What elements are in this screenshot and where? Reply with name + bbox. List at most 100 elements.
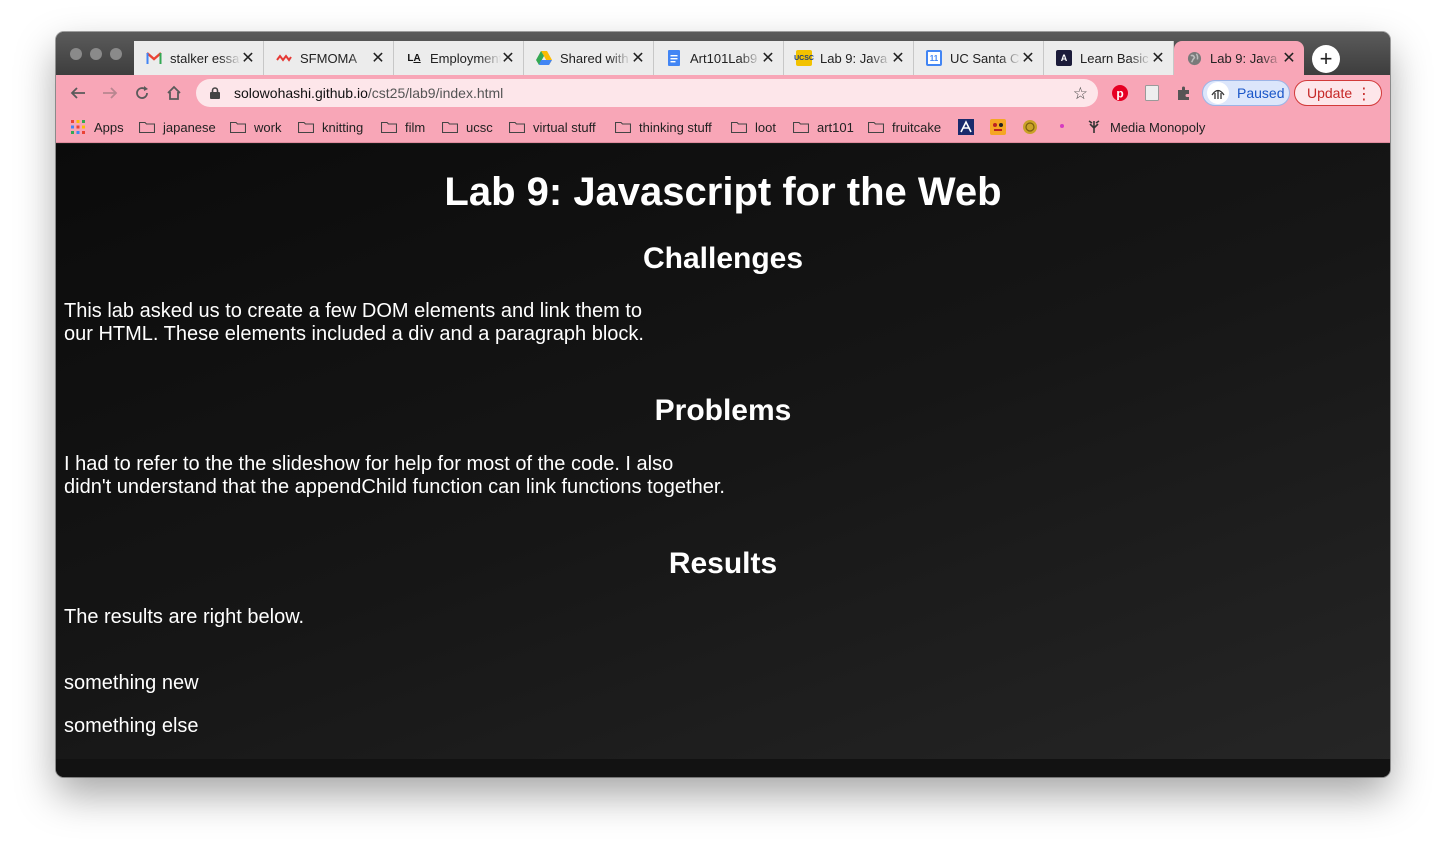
bookmark-folder-knitting[interactable]: knitting bbox=[298, 119, 363, 135]
bookmark-folder-japanese[interactable]: japanese bbox=[139, 119, 216, 135]
tab-title: SFMOMA bbox=[300, 50, 358, 66]
tab-shared-with-me[interactable]: Shared with me ✕ bbox=[524, 41, 654, 75]
document-extension-icon[interactable] bbox=[1142, 83, 1162, 103]
tab-lab9-active[interactable]: Lab 9: Java ✕ bbox=[1174, 41, 1304, 75]
tab-title: Learn Basic bbox=[1080, 50, 1149, 66]
bookmark-label: knitting bbox=[322, 119, 364, 135]
back-button[interactable] bbox=[68, 83, 88, 103]
tab-art101lab9[interactable]: Art101Lab9 ✕ bbox=[654, 41, 784, 75]
url-host: solowohashi.github.io bbox=[234, 85, 368, 101]
update-button[interactable]: Update ⋮ bbox=[1294, 80, 1382, 106]
bookmark-sparkle-icon[interactable] bbox=[1054, 119, 1070, 135]
bookmark-coin-icon[interactable] bbox=[1022, 119, 1038, 135]
tab-title: Art101Lab9 bbox=[690, 50, 758, 66]
profile-label: Paused bbox=[1237, 85, 1285, 101]
google-drive-icon bbox=[536, 50, 552, 66]
close-icon[interactable]: ✕ bbox=[1282, 48, 1296, 68]
bookmarks-bar: Apps japanese work knitting film ucsc vi… bbox=[56, 111, 1390, 143]
challenges-line-2: our HTML. These elements included a div … bbox=[64, 323, 644, 345]
results-paragraph: The results are right below. bbox=[64, 606, 305, 628]
tab-sfmoma[interactable]: SFMOMA ✕ bbox=[264, 41, 394, 75]
bookmark-label: thinking stuff bbox=[639, 119, 712, 135]
tab-title: Lab 9: Java bbox=[1210, 50, 1278, 66]
bookmark-label: Apps bbox=[94, 119, 124, 135]
folder-icon bbox=[793, 121, 809, 133]
tab-uc-santa-cruz[interactable]: 11 UC Santa Cruz ✕ bbox=[914, 41, 1044, 75]
bookmark-folder-thinking-stuff[interactable]: thinking stuff bbox=[615, 119, 712, 135]
media-monopoly-icon bbox=[1086, 119, 1102, 135]
tab-title: UC Santa Cruz bbox=[950, 50, 1021, 66]
tab-lab9-ucsc[interactable]: UCSC Lab 9: Java ✕ bbox=[784, 41, 914, 75]
tab-title: Shared with me bbox=[560, 50, 631, 66]
bookmark-label: Media Monopoly bbox=[1110, 119, 1206, 135]
profile-paused-button[interactable]: Paused bbox=[1202, 80, 1290, 106]
learn-icon: A bbox=[1056, 50, 1072, 66]
page-content: Lab 9: Javascript for the Web Challenges… bbox=[56, 144, 1390, 777]
close-icon[interactable]: ✕ bbox=[1021, 48, 1035, 68]
bookmark-folder-ucsc[interactable]: ucsc bbox=[442, 119, 493, 135]
tab-title: stalker essay bbox=[170, 50, 241, 66]
address-bar[interactable]: solowohashi.github.io/cst25/lab9/index.h… bbox=[196, 79, 1098, 107]
bookmark-apps[interactable]: Apps bbox=[70, 119, 124, 135]
close-icon[interactable]: ✕ bbox=[631, 48, 645, 68]
bookmark-label: virtual stuff bbox=[533, 119, 596, 135]
close-icon[interactable]: ✕ bbox=[501, 48, 515, 68]
tab-learn-basic[interactable]: A Learn Basic ✕ bbox=[1044, 41, 1174, 75]
bookmark-label: fruitcake bbox=[892, 119, 942, 135]
bookmark-label: ucsc bbox=[466, 119, 493, 135]
bookmark-folder-art101[interactable]: art101 bbox=[793, 119, 854, 135]
tab-gmail[interactable]: stalker essay ✕ bbox=[134, 41, 264, 75]
output-div-1: something new bbox=[64, 672, 199, 694]
folder-icon bbox=[298, 121, 314, 133]
folder-icon bbox=[442, 121, 458, 133]
google-calendar-icon: 11 bbox=[926, 50, 942, 66]
close-icon[interactable]: ✕ bbox=[371, 48, 385, 68]
bookmark-folder-fruitcake[interactable]: fruitcake bbox=[868, 119, 941, 135]
lock-icon bbox=[210, 87, 224, 99]
forward-button[interactable] bbox=[100, 83, 120, 103]
bookmark-label: art101 bbox=[817, 119, 854, 135]
pinterest-icon[interactable]: p bbox=[1110, 83, 1130, 103]
tab-strip: stalker essay ✕ SFMOMA ✕ LA Employment ✕… bbox=[56, 32, 1390, 75]
new-tab-button[interactable]: + bbox=[1312, 45, 1340, 73]
bookmark-folder-film[interactable]: film bbox=[381, 119, 425, 135]
home-button[interactable] bbox=[164, 83, 184, 103]
bookmark-star-icon[interactable]: ☆ bbox=[1073, 84, 1088, 104]
ucsc-icon: UCSC bbox=[794, 50, 814, 66]
tab-title: Employment bbox=[430, 50, 501, 66]
challenges-heading: Challenges bbox=[642, 242, 804, 275]
folder-icon bbox=[868, 121, 884, 133]
problems-heading: Problems bbox=[654, 394, 792, 427]
bookmark-folder-work[interactable]: work bbox=[230, 119, 281, 135]
avatar bbox=[1207, 82, 1229, 104]
close-icon[interactable]: ✕ bbox=[1151, 48, 1165, 68]
challenges-line-1: This lab asked us to create a few DOM el… bbox=[64, 300, 643, 322]
zoom-window-button[interactable] bbox=[110, 48, 122, 60]
bookmark-folder-loot[interactable]: loot bbox=[731, 119, 776, 135]
folder-icon bbox=[230, 121, 246, 133]
page-title: Lab 9: Javascript for the Web bbox=[444, 170, 1002, 214]
close-icon[interactable]: ✕ bbox=[761, 48, 775, 68]
bookmark-media-monopoly[interactable]: Media Monopoly bbox=[1086, 119, 1205, 135]
minimize-window-button[interactable] bbox=[90, 48, 102, 60]
close-window-button[interactable] bbox=[70, 48, 82, 60]
folder-icon bbox=[139, 121, 155, 133]
reload-button[interactable] bbox=[132, 83, 152, 103]
close-icon[interactable]: ✕ bbox=[891, 48, 905, 68]
bookmark-folder-virtual-stuff[interactable]: virtual stuff bbox=[509, 119, 596, 135]
bookmark-tiger-icon[interactable] bbox=[990, 119, 1006, 135]
apps-grid-icon bbox=[70, 119, 86, 135]
bookmark-label: film bbox=[405, 119, 426, 135]
url-path: /cst25/lab9/index.html bbox=[367, 85, 504, 101]
bookmark-arch-icon[interactable] bbox=[958, 119, 974, 135]
problems-line-2: didn't understand that the appendChild f… bbox=[64, 476, 725, 498]
tab-employment[interactable]: LA Employment ✕ bbox=[394, 41, 524, 75]
menu-dots-icon[interactable]: ⋮ bbox=[1356, 84, 1372, 104]
bookmark-label: work bbox=[254, 119, 282, 135]
extensions-puzzle-icon[interactable] bbox=[1174, 83, 1194, 103]
reload-icon bbox=[136, 86, 148, 99]
plus-icon: + bbox=[1319, 46, 1333, 71]
svg-text:p: p bbox=[1116, 87, 1123, 101]
close-icon[interactable]: ✕ bbox=[241, 48, 255, 68]
gmail-icon bbox=[146, 50, 162, 66]
